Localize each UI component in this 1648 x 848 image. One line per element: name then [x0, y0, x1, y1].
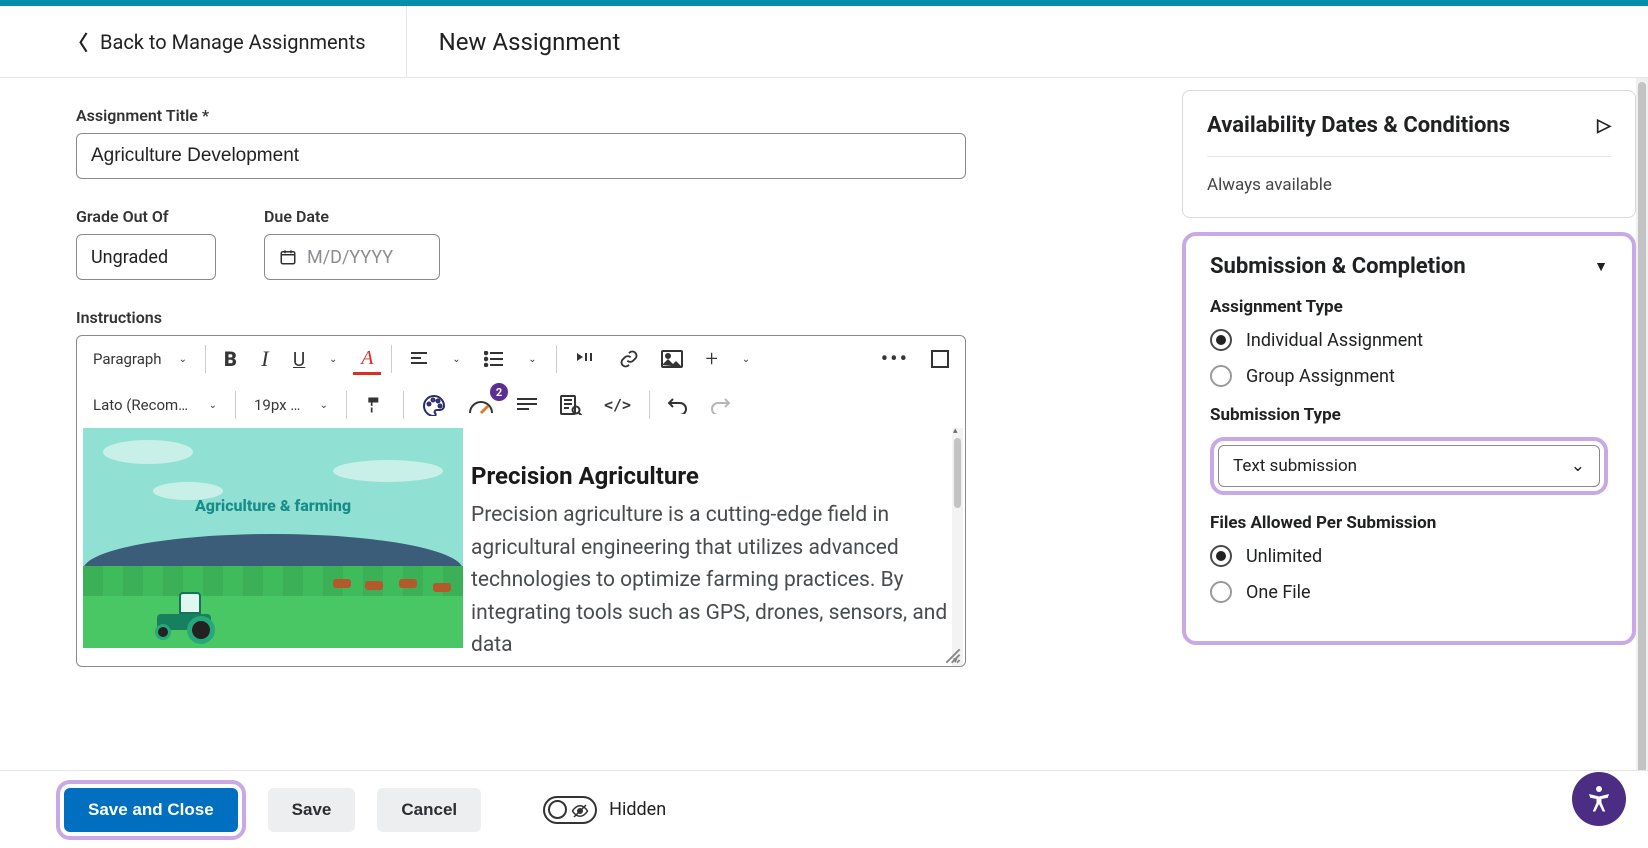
due-date-label: Due Date — [264, 207, 440, 226]
assignment-type-label: Assignment Type — [1210, 297, 1608, 317]
font-size-dropdown[interactable]: 19px …⌄ — [246, 389, 336, 421]
redo-button[interactable] — [702, 389, 738, 421]
submission-type-highlight: Text submission ⌄ — [1210, 437, 1608, 495]
rich-text-editor: Paragraph⌄ B I U ⌄ A ⌄ ⌄ — [76, 335, 966, 667]
word-count-button[interactable] — [508, 389, 546, 421]
submission-header[interactable]: Submission & Completion ▼ — [1210, 254, 1608, 279]
toggle-switch[interactable] — [543, 796, 597, 824]
preview-button[interactable] — [552, 389, 590, 421]
illustration-caption: Agriculture & farming — [83, 496, 463, 515]
accessibility-check-button[interactable]: 2 — [460, 389, 502, 421]
radio-icon — [1210, 329, 1232, 351]
link-button[interactable] — [611, 343, 647, 375]
editor-toolbar-2: Lato (Recom…⌄ 19px …⌄ — [77, 382, 965, 428]
more-button[interactable]: ••• — [873, 343, 917, 375]
radio-files-unlimited[interactable]: Unlimited — [1210, 545, 1608, 567]
visibility-label: Hidden — [609, 799, 666, 820]
underline-more-dropdown[interactable]: ⌄ — [319, 343, 347, 375]
files-allowed-label: Files Allowed Per Submission — [1210, 513, 1608, 533]
image-button[interactable] — [653, 343, 691, 375]
align-button[interactable] — [402, 343, 436, 375]
italic-button[interactable]: I — [251, 343, 279, 375]
due-date-input[interactable]: M/D/YYYY — [264, 234, 440, 280]
page-title: New Assignment — [407, 28, 621, 56]
list-dropdown[interactable]: ⌄ — [518, 343, 546, 375]
content-body: Precision agriculture is a cutting-edge … — [471, 499, 953, 662]
tractor-icon — [151, 592, 223, 640]
source-code-button[interactable]: </> — [596, 389, 639, 421]
radio-individual-assignment[interactable]: Individual Assignment — [1210, 329, 1608, 351]
instructions-label: Instructions — [76, 308, 1130, 327]
visibility-toggle[interactable]: Hidden — [543, 796, 666, 824]
submission-type-label: Submission Type — [1210, 405, 1608, 425]
save-and-close-button[interactable]: Save and Close — [64, 788, 238, 832]
assignment-title-input[interactable] — [76, 133, 966, 179]
cancel-button[interactable]: Cancel — [377, 788, 481, 832]
radio-group-assignment[interactable]: Group Assignment — [1210, 365, 1608, 387]
grade-value: Ungraded — [91, 247, 168, 268]
settings-sidebar: Availability Dates & Conditions ▷ Always… — [1178, 78, 1648, 770]
format-painter-button[interactable] — [357, 389, 393, 421]
radio-icon — [1210, 365, 1232, 387]
radio-icon — [1210, 545, 1232, 567]
media-button[interactable] — [567, 343, 605, 375]
resize-handle-icon[interactable] — [945, 648, 961, 664]
format-dropdown[interactable]: Paragraph⌄ — [85, 343, 195, 375]
due-date-placeholder: M/D/YYYY — [307, 247, 393, 268]
editor-toolbar-1: Paragraph⌄ B I U ⌄ A ⌄ ⌄ — [77, 336, 965, 382]
sidebar-scrollbar[interactable] — [1636, 78, 1648, 770]
back-link-label: Back to Manage Assignments — [100, 30, 366, 54]
accessibility-badge: 2 — [490, 383, 508, 401]
chevron-right-icon: ▷ — [1597, 115, 1611, 136]
fullscreen-button[interactable] — [923, 343, 957, 375]
editor-content[interactable]: Agriculture & farming Precision Ag — [77, 428, 965, 666]
font-dropdown[interactable]: Lato (Recom…⌄ — [85, 389, 225, 421]
save-button[interactable]: Save — [268, 788, 356, 832]
chevron-down-icon: ▼ — [1594, 258, 1608, 275]
text-color-button[interactable]: A — [353, 343, 381, 375]
accessibility-fab[interactable] — [1572, 772, 1626, 826]
underline-button[interactable]: U — [285, 343, 313, 375]
bold-button[interactable]: B — [216, 343, 245, 375]
list-button[interactable] — [476, 343, 512, 375]
instruction-image: Agriculture & farming — [83, 428, 463, 648]
availability-header[interactable]: Availability Dates & Conditions ▷ — [1207, 113, 1611, 138]
align-dropdown[interactable]: ⌄ — [442, 343, 470, 375]
availability-panel: Availability Dates & Conditions ▷ Always… — [1182, 90, 1636, 218]
insert-dropdown[interactable]: ⌄ — [732, 343, 760, 375]
radio-files-one[interactable]: One File — [1210, 581, 1608, 603]
save-close-highlight: Save and Close — [56, 780, 246, 840]
grade-label: Grade Out Of — [76, 207, 216, 226]
chevron-left-icon: 〈 — [68, 27, 88, 56]
editor-scrollbar[interactable]: ▴▾ — [952, 428, 963, 666]
submission-type-select[interactable]: Text submission ⌄ — [1218, 445, 1600, 487]
footer-action-bar: Save and Close Save Cancel Hidden — [0, 770, 1648, 848]
insert-button[interactable]: + — [697, 343, 725, 375]
title-label: Assignment Title * — [76, 106, 1130, 125]
calendar-icon — [279, 248, 297, 266]
back-link[interactable]: 〈 Back to Manage Assignments — [0, 6, 406, 77]
radio-icon — [1210, 581, 1232, 603]
grade-dropdown[interactable]: Ungraded — [76, 234, 216, 280]
submission-panel: Submission & Completion ▼ Assignment Typ… — [1182, 232, 1636, 645]
main-form: Assignment Title * Grade Out Of Ungraded… — [0, 78, 1178, 770]
accessibility-icon — [1584, 784, 1614, 814]
color-palette-button[interactable] — [414, 389, 454, 421]
page-header: 〈 Back to Manage Assignments New Assignm… — [0, 6, 1648, 78]
chevron-down-icon: ⌄ — [1571, 456, 1585, 476]
availability-status: Always available — [1207, 175, 1611, 195]
undo-button[interactable] — [660, 389, 696, 421]
hidden-eye-icon — [571, 802, 589, 820]
content-heading: Precision Agriculture — [471, 458, 953, 495]
